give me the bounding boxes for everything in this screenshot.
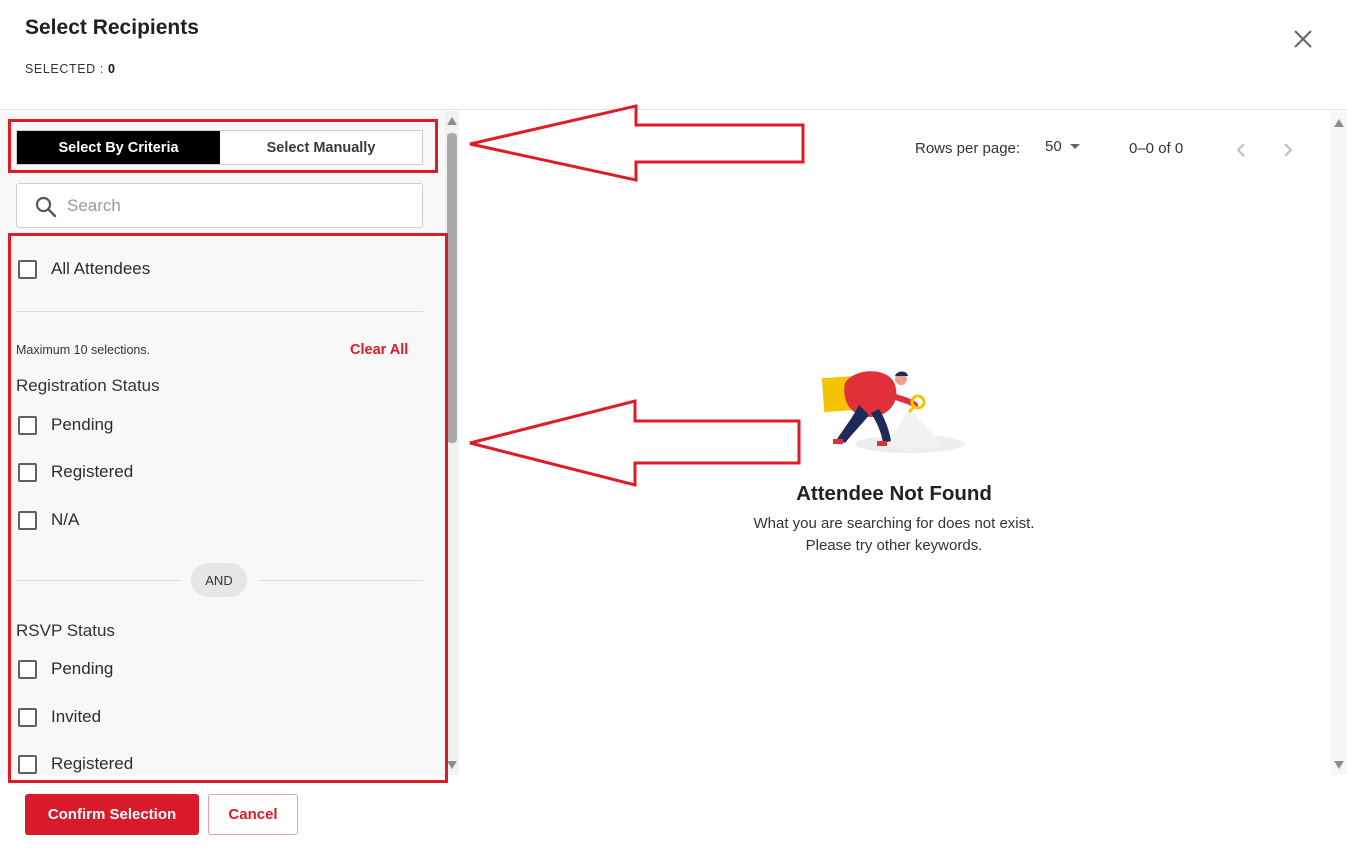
empty-state-title: Attendee Not Found (796, 482, 992, 505)
dialog-title: Select Recipients (25, 16, 199, 39)
checkbox-label: Pending (51, 415, 114, 434)
checkbox-registration-pending[interactable]: Pending (18, 415, 113, 435)
tab-select-by-criteria[interactable]: Select By Criteria (17, 131, 220, 164)
checkbox[interactable] (18, 415, 37, 435)
selected-label: SELECTED : (25, 62, 109, 76)
search-icon (35, 196, 57, 218)
scroll-thumb[interactable] (447, 133, 457, 443)
checkbox-label: Registered (51, 754, 134, 773)
close-icon (1294, 30, 1312, 48)
search-box (16, 183, 423, 228)
checkbox[interactable] (18, 754, 37, 774)
pagination-range: 0–0 of 0 (1129, 140, 1184, 157)
checkbox-label: N/A (51, 510, 80, 529)
scroll-down-arrow-icon[interactable] (447, 761, 457, 769)
scroll-up-arrow-icon[interactable] (447, 117, 457, 125)
right-scrollbar[interactable] (1331, 111, 1347, 775)
empty-state-message: What you are searching for does not exis… (753, 515, 1035, 532)
checkbox[interactable] (18, 259, 37, 279)
close-button[interactable] (1288, 24, 1318, 54)
and-divider-left (16, 580, 181, 581)
chevron-left-icon (1236, 143, 1245, 157)
empty-state-hint: Please try other keywords. (805, 537, 983, 554)
checkbox-label: All Attendees (51, 259, 151, 278)
checkbox-all-attendees[interactable]: All Attendees (18, 259, 150, 279)
empty-state-illustration (815, 365, 970, 465)
rows-per-page-select[interactable]: 50 (1045, 138, 1080, 155)
checkbox-rsvp-invited[interactable]: Invited (18, 707, 101, 727)
selection-mode-toggle: Select By Criteria Select Manually (16, 130, 423, 165)
checkbox-label: Pending (51, 659, 114, 678)
chevron-right-icon (1284, 143, 1293, 157)
max-selections-note: Maximum 10 selections. (16, 343, 151, 357)
selected-count-value: 0 (108, 62, 116, 76)
checkbox[interactable] (18, 462, 37, 482)
rsvp-status-title: RSVP Status (16, 621, 115, 640)
dialog-header: Select Recipients SELECTED : 0 (0, 0, 1347, 110)
and-divider-right (259, 580, 423, 581)
next-page-button[interactable] (1275, 138, 1299, 162)
checkbox[interactable] (18, 707, 37, 727)
and-operator-badge: AND (191, 563, 247, 597)
checkbox-label: Invited (51, 707, 102, 726)
caret-down-icon (1069, 144, 1080, 149)
checkbox-rsvp-pending[interactable]: Pending (18, 659, 113, 679)
rows-per-page-value: 50 (1045, 138, 1062, 155)
checkbox-label: Registered (51, 462, 134, 481)
dialog-footer (0, 775, 1347, 852)
checkbox-registration-na[interactable]: N/A (18, 510, 79, 530)
checkbox-rsvp-registered[interactable]: Registered (18, 754, 133, 774)
scroll-down-arrow-icon[interactable] (1334, 761, 1344, 769)
checkbox[interactable] (18, 659, 37, 679)
left-scrollbar[interactable] (445, 111, 459, 775)
clear-all-link[interactable]: Clear All (350, 342, 408, 358)
checkbox-registration-registered[interactable]: Registered (18, 462, 133, 482)
confirm-selection-button[interactable]: Confirm Selection (25, 794, 199, 835)
scroll-up-arrow-icon[interactable] (1334, 119, 1344, 127)
rows-per-page-label: Rows per page: (915, 140, 1021, 157)
previous-page-button[interactable] (1230, 138, 1254, 162)
registration-status-title: Registration Status (16, 376, 160, 395)
cancel-button[interactable]: Cancel (208, 794, 298, 835)
checkbox[interactable] (18, 510, 37, 530)
search-input[interactable] (67, 192, 407, 220)
tab-select-manually[interactable]: Select Manually (220, 131, 422, 164)
divider (16, 311, 423, 312)
selected-count: SELECTED : 0 (25, 62, 116, 76)
